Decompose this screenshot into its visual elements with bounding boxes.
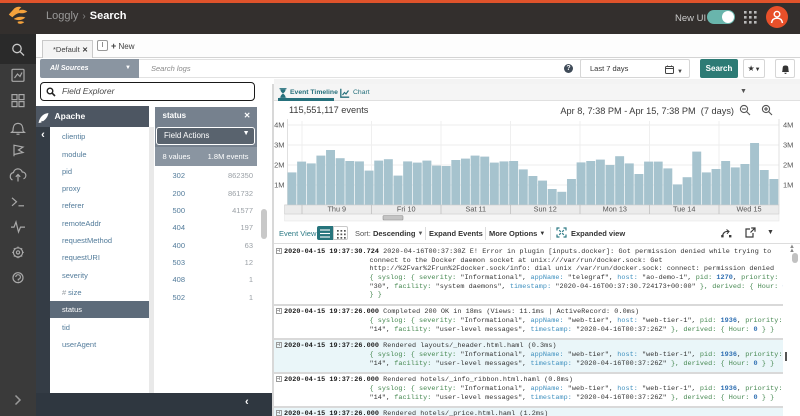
svg-text:1M: 1M (274, 181, 284, 190)
svg-text:Sun 12: Sun 12 (534, 205, 557, 214)
svg-text:Wed 15: Wed 15 (736, 205, 761, 214)
svg-text:Mon 13: Mon 13 (603, 205, 627, 214)
svg-text:4M: 4M (783, 121, 793, 130)
svg-text:3M: 3M (274, 141, 284, 150)
svg-text:Tue 14: Tue 14 (673, 205, 695, 214)
svg-text:2M: 2M (783, 161, 793, 170)
svg-text:Fri 10: Fri 10 (397, 205, 416, 214)
svg-text:4M: 4M (274, 121, 284, 130)
svg-text:2M: 2M (274, 161, 284, 170)
svg-text:3M: 3M (783, 141, 793, 150)
svg-text:Thu 9: Thu 9 (327, 205, 346, 214)
svg-text:Sat 11: Sat 11 (466, 205, 487, 214)
svg-text:1M: 1M (783, 181, 793, 190)
